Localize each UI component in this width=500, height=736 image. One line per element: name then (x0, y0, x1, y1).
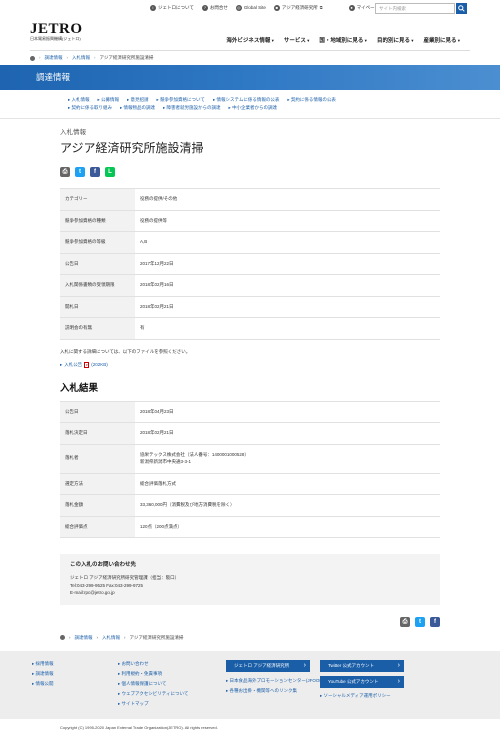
search-input[interactable]: サイト内検索 (375, 3, 455, 14)
bid-result-table: 公告日 2018年04月23日 落札決定日 2018年02月21日 落札者 協栄テック… (60, 400, 440, 539)
footer-link[interactable]: 個人情報保護について (118, 681, 188, 687)
info-icon: i (150, 5, 156, 12)
contact-box: この入札のお問い合わせ先 ジェトロ アジア経済研究所研究管理課（担当：阪口） T… (60, 554, 440, 605)
footer-link[interactable]: お問い合わせ (118, 661, 188, 667)
gnav-by-region[interactable]: 国・地域別に見る (319, 38, 367, 45)
footer-col-1: 採用情報 調達情報 情報公開 (32, 661, 54, 691)
jetro-logo[interactable]: JETRO 日本貿易振興機構(ジェトロ) (30, 22, 83, 42)
table-row: 総合評価点 120点（200点満点） (60, 515, 440, 539)
table-row: カテゴリー 役務の提供/その他 (60, 188, 440, 211)
subnav-item[interactable]: 契約に係る情報の公表 (287, 97, 336, 103)
contact-link[interactable]: ? お問合せ (201, 5, 228, 12)
external-link-icon: ⧉ (319, 5, 323, 11)
table-row: 落札決定日 2018年02月21日 (60, 422, 440, 445)
section-subnav: 入札情報 公募情報 意見招請 競争参加資格について 情報システムに係る情報の公表… (0, 90, 500, 120)
breadcrumb-bids[interactable]: 入札情報 (72, 55, 90, 61)
table-row: 説明会の有無有 (60, 317, 440, 340)
subnav-item[interactable]: 契約に係る取り組み (68, 105, 113, 111)
ide-link[interactable]: ■ アジア経済研究所 ⧉ (273, 5, 323, 12)
bid-notice-file-link[interactable]: 入札公告 P (202KB) (60, 362, 440, 368)
subnav-item[interactable]: 情報物品の調達 (120, 105, 156, 111)
share-buttons: ⎙ t f L (60, 167, 440, 178)
footer-link[interactable]: 調達情報 (32, 671, 54, 677)
utility-bar: i ジェトロについて ? お問合せ ◎ Global Site ■ アジア経済研究所 ⧉ … (30, 0, 470, 18)
subnav-item[interactable]: 競争参加資格について (157, 97, 205, 103)
breadcrumb-bids[interactable]: 入札情報 (102, 635, 120, 641)
table-row: 落札者 協栄テックス株式会社（法人番号：1400001000528） 新潟県新潟市中… (60, 443, 440, 474)
print-icon[interactable]: ⎙ (400, 616, 410, 627)
main-content: 入札情報 アジア経済研究所施設清掃 ⎙ t f L カテゴリー 役務の提供/その他… (0, 129, 500, 645)
site-footer: 採用情報 調達情報 情報公開 お問い合わせ 利用規約・免責事項 個人情報保護につ… (0, 650, 500, 719)
footer-link[interactable]: 採用情報 (32, 661, 54, 667)
twitter-icon[interactable]: t (415, 616, 425, 627)
table-row: 落札金額 33,360,000円（消費税及び地方消費税を除く） (60, 494, 440, 517)
breadcrumb-procurement[interactable]: 調達情報 (45, 55, 63, 61)
footer-col-2: お問い合わせ 利用規約・免責事項 個人情報保護について ウェブアクセシビリティに… (118, 661, 189, 711)
help-icon: ? (201, 5, 208, 12)
home-icon[interactable] (30, 55, 35, 61)
breadcrumb: › 調達情報 › 入札情報 › アジア経済研究所施設清掃 (30, 51, 470, 65)
page-title: アジア経済研究所施設清掃 (60, 140, 204, 155)
gnav-by-industry[interactable]: 産業別に見る (423, 38, 460, 45)
copyright: Copyright (C) 1995-2020 Japan External T… (60, 724, 218, 730)
home-icon[interactable] (60, 635, 65, 641)
subnav-item[interactable]: 中小企業者からの調達 (229, 105, 277, 111)
gnav-by-purpose[interactable]: 目的別に見る (377, 38, 414, 45)
breadcrumb-bottom: › 調達情報 › 入札情報 › アジア経済研究所施設清掃 (60, 631, 440, 645)
footer-link[interactable]: 各種お出掛・機関等へのリンク集 (226, 688, 328, 694)
footer-link[interactable]: ウェブアクセシビリティについて (118, 691, 189, 697)
table-row: 開札日 2018年02月21日 (60, 295, 440, 319)
breadcrumb-current: アジア経済研究所施設清掃 (129, 634, 184, 640)
youtube-account-button[interactable]: YouTube 公式アカウント (320, 675, 404, 688)
subnav-item[interactable]: 入札情報 (68, 97, 90, 103)
facebook-icon[interactable]: f (90, 167, 100, 178)
utility-links: i ジェトロについて ? お問合せ ◎ Global Site ■ アジア経済研究所 ⧉ … (150, 5, 379, 12)
table-row: 競争参加資格の種類 役務の提供等 (60, 209, 440, 233)
twitter-account-button[interactable]: Twitter 公式アカウント (320, 659, 404, 672)
table-row: 競争参加資格の等級 A,B (60, 231, 440, 254)
gnav-services[interactable]: サービス (284, 38, 310, 45)
share-buttons-bottom: ⎙ t f (60, 616, 440, 627)
page-kicker: 入札情報 (60, 129, 86, 137)
footer-link[interactable]: 利用規約・免責事項 (118, 671, 188, 677)
subnav-item[interactable]: 意見招請 (127, 97, 149, 103)
about-link[interactable]: i ジェトロについて (150, 5, 194, 12)
subnav-item[interactable]: 公募情報 (98, 97, 119, 103)
bid-details-table: カテゴリー 役務の提供/その他 競争参加資格の種類 役務の提供等 競争参加資格の等級… (60, 188, 440, 340)
twitter-icon[interactable]: t (75, 167, 85, 178)
gnav-overseas-business[interactable]: 海外ビジネス情報 (226, 38, 274, 45)
search-button[interactable] (456, 3, 467, 14)
social-media-policy-link[interactable]: ▸ ソーシャルメディア運用ポリシー (320, 693, 391, 699)
breadcrumb-procurement[interactable]: 調達情報 (75, 635, 93, 641)
global-site-link[interactable]: ◎ Global Site (235, 5, 266, 12)
ide-footer-button[interactable]: ジェトロ アジア経済研究所 (226, 659, 310, 672)
file-note: 入札に関する詳細については、以下のファイルを参照ください。 (60, 348, 191, 354)
footer-link[interactable]: 情報公開 (32, 681, 54, 687)
subnav-item[interactable]: 障害者就労施設からの調達 (163, 105, 221, 111)
footer-link[interactable]: 日本食品海外プロモーションセンター(JFOODO) (226, 678, 328, 684)
breadcrumb-current: アジア経済研究所施設清掃 (99, 54, 154, 60)
footer-col-3: 日本食品海外プロモーションセンター(JFOODO) 各種お出掛・機関等へのリンク… (226, 678, 328, 698)
facebook-icon[interactable]: f (430, 616, 440, 627)
table-row: 入札関係書類の受領期限 2018年02月16日 (60, 274, 440, 297)
global-nav: 海外ビジネス情報 サービス 国・地域別に見る 目的別に見る 産業別に見る (226, 38, 460, 45)
section-banner-title: 調達情報 (36, 72, 71, 82)
result-heading: 入札結果 (60, 382, 99, 394)
line-icon[interactable]: L (105, 167, 115, 178)
search-icon (458, 5, 465, 12)
building-icon: ■ (273, 5, 280, 12)
site-header: JETRO 日本貿易振興機構(ジェトロ) 海外ビジネス情報 サービス 国・地域別… (30, 18, 470, 51)
user-icon: ● (348, 5, 355, 12)
table-row: 公告日 2018年04月23日 (60, 400, 440, 424)
pdf-icon: P (84, 361, 90, 368)
table-row: 選定方法 総合評価落札方式 (60, 472, 440, 496)
globe-icon: ◎ (235, 5, 242, 12)
table-row: 公告日 2017年12月22日 (60, 252, 440, 276)
footer-link[interactable]: サイトマップ (118, 701, 188, 707)
section-banner: 調達情報 (0, 65, 500, 90)
subnav-item[interactable]: 情報システムに係る情報の公表 (213, 97, 279, 103)
print-icon[interactable]: ⎙ (60, 167, 70, 178)
